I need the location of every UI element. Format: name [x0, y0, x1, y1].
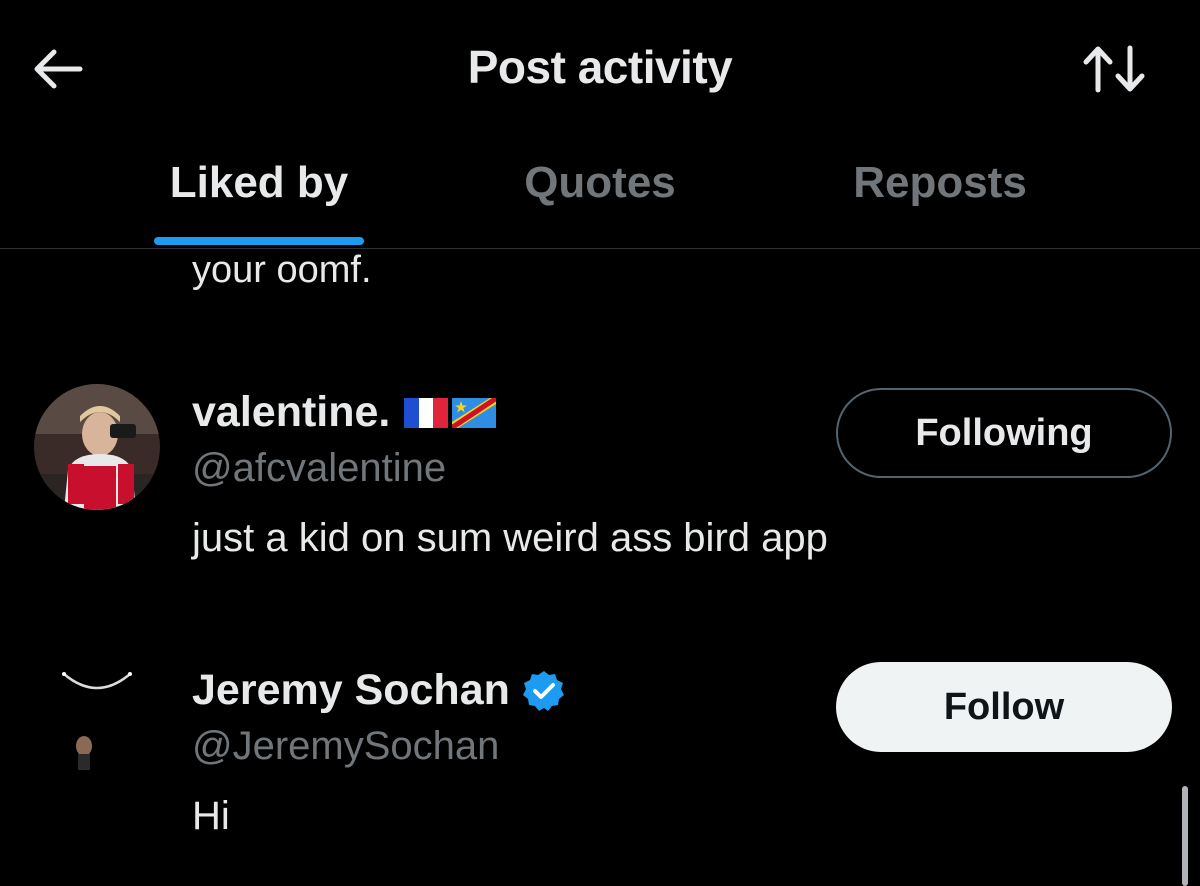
following-button[interactable]: Following [836, 388, 1172, 478]
follow-button[interactable]: Follow [836, 662, 1172, 752]
user-name[interactable]: Jeremy Sochan [192, 666, 566, 715]
tab-bar: Liked by Quotes Reposts [0, 140, 1200, 249]
user-bio: just a kid on sum weird ass bird app [192, 516, 828, 560]
display-name: Jeremy Sochan [192, 666, 510, 714]
user-handle: @afcvalentine [192, 446, 447, 490]
tab-quotes[interactable]: Quotes [500, 158, 700, 218]
list-item[interactable]: Jeremy Sochan @JeremySochan Hi Follow [0, 656, 1200, 886]
verified-badge-icon [522, 670, 564, 711]
display-name: valentine. [192, 388, 391, 436]
list-item[interactable]: valentine. @afcvalentine just a kid on s… [0, 378, 1200, 578]
avatar[interactable] [34, 662, 160, 788]
flags [404, 397, 497, 428]
tab-liked-by[interactable]: Liked by [154, 158, 364, 218]
sort-button[interactable] [1082, 44, 1148, 94]
tab-reposts[interactable]: Reposts [820, 158, 1060, 218]
user-name[interactable]: valentine. [192, 388, 497, 437]
avatar[interactable] [34, 384, 160, 510]
france-flag-icon [404, 397, 449, 428]
sort-arrows-icon [1083, 45, 1145, 93]
scrollbar[interactable] [1182, 786, 1188, 886]
user-bio: Hi [192, 794, 230, 838]
user-handle: @JeremySochan [192, 724, 500, 768]
active-tab-indicator [154, 237, 364, 245]
dr-congo-flag-icon [452, 397, 497, 428]
page-title: Post activity [467, 41, 733, 93]
previous-user-bio: your oomf. [192, 249, 372, 291]
top-bar: Post activity [0, 0, 1200, 140]
